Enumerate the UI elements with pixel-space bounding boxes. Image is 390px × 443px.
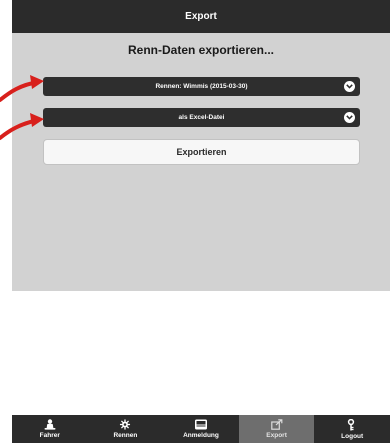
annotation-arrows xyxy=(0,75,44,140)
tab-anmeldung[interactable]: Anmeldung xyxy=(163,415,239,443)
annotation-arrow-race-select xyxy=(0,75,44,102)
bottom-tab-bar: Fahrer Rennen Anmeldung Export Logout xyxy=(12,415,390,443)
export-panel: Renn-Daten exportieren... Rennen: Wimmis… xyxy=(12,33,390,291)
app-window: Export Renn-Daten exportieren... Rennen:… xyxy=(12,0,390,443)
inbox-icon xyxy=(194,419,207,430)
header-bar: Export xyxy=(12,0,390,33)
format-select[interactable]: als Excel-Datei xyxy=(43,108,360,127)
race-select[interactable]: Rennen: Wimmis (2015-03-30) xyxy=(43,77,360,96)
tab-label: Fahrer xyxy=(39,432,60,439)
chevron-down-icon xyxy=(344,112,355,123)
export-button[interactable]: Exportieren xyxy=(43,139,360,165)
tab-label: Export xyxy=(266,432,287,439)
tab-logout[interactable]: Logout xyxy=(314,415,390,443)
section-heading: Renn-Daten exportieren... xyxy=(127,43,275,57)
tab-label: Logout xyxy=(341,432,364,440)
export-icon xyxy=(270,419,282,430)
annotation-arrow-format-select xyxy=(0,113,44,140)
format-select-value: als Excel-Datei xyxy=(178,114,225,121)
tab-export[interactable]: Export xyxy=(238,415,315,443)
chevron-down-icon xyxy=(344,81,355,92)
gear-icon xyxy=(120,419,131,430)
race-select-value: Rennen: Wimmis (2015-03-30) xyxy=(155,83,248,90)
page-title: Export xyxy=(185,11,217,22)
key-icon xyxy=(348,418,355,430)
tab-fahrer[interactable]: Fahrer xyxy=(12,415,88,443)
rider-icon xyxy=(44,419,56,430)
tab-rennen[interactable]: Rennen xyxy=(88,415,164,443)
tab-label: Anmeldung xyxy=(183,432,219,439)
tab-label: Rennen xyxy=(113,432,138,439)
